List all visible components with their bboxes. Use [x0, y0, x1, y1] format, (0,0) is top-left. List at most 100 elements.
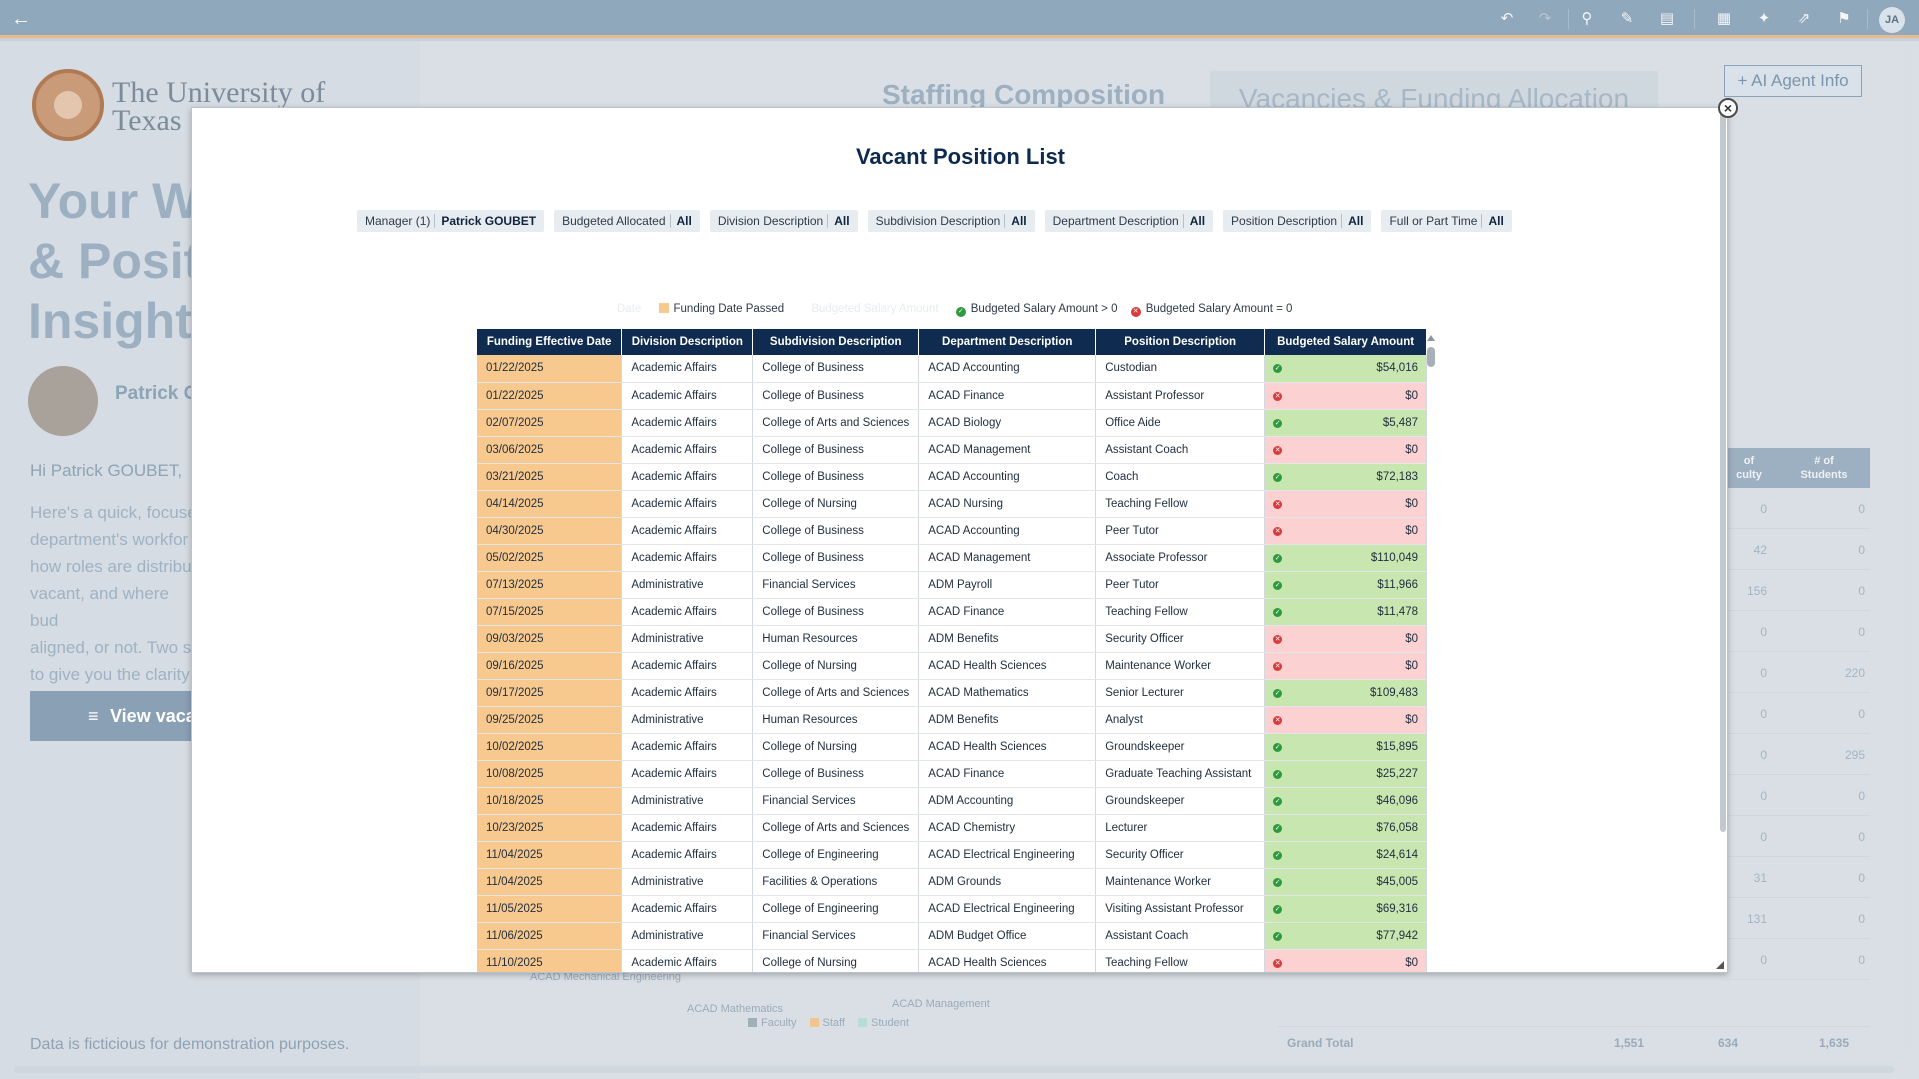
summary-row: 42 0 — [1727, 529, 1870, 570]
salary-amount-text: $0 — [1405, 632, 1418, 645]
grand-total-row: Grand Total 1,551 634 1,635 — [1278, 1026, 1870, 1056]
filter-chip[interactable]: Full or Part Time All — [1381, 210, 1512, 232]
table-row[interactable]: 02/07/2025 Academic Affairs College of Art… — [477, 409, 1427, 437]
subdivision-cell: College of Arts and Sciences — [752, 814, 920, 842]
filter-chip[interactable]: Budgeted Allocated All — [554, 210, 700, 232]
user-avatar[interactable]: JA — [1879, 7, 1905, 33]
intro-paragraph: Here's a quick, focuse department's work… — [30, 499, 200, 688]
view-vacancies-button[interactable]: ≡ View vaca — [30, 691, 205, 741]
filter-chip[interactable]: Division Description All — [709, 210, 858, 232]
table-row[interactable]: 03/21/2025 Academic Affairs College of Bus… — [477, 463, 1427, 491]
position-cell: Teaching Fellow — [1095, 490, 1266, 518]
horizontal-scrollbar[interactable] — [14, 1066, 1894, 1073]
legend-swatch-student — [858, 1018, 868, 1027]
chart-legend: Faculty Staff Student — [748, 1017, 909, 1029]
department-cell: ACAD Health Sciences — [918, 652, 1097, 680]
column-header[interactable]: Subdivision Description — [752, 329, 920, 355]
division-cell: Academic Affairs — [621, 355, 754, 383]
subdivision-cell: College of Business — [752, 760, 920, 788]
undo-icon[interactable]: ↶ — [1497, 9, 1517, 29]
filter-value: All — [1004, 214, 1027, 228]
resize-handle-icon[interactable] — [1716, 961, 1724, 969]
salary-amount-text: $15,895 — [1376, 740, 1418, 753]
close-modal-button[interactable]: × — [1718, 98, 1738, 118]
data-source-icon[interactable]: ▤ — [1657, 9, 1677, 29]
summary-cell: 0 — [1858, 912, 1865, 926]
table-row[interactable]: 11/05/2025 Academic Affairs College of Eng… — [477, 895, 1427, 923]
position-cell: Associate Professor — [1095, 544, 1266, 572]
summary-row: 00 — [1727, 816, 1870, 857]
department-cell: ACAD Accounting — [918, 355, 1097, 383]
table-row[interactable]: 10/02/2025 Academic Affairs College of Nur… — [477, 733, 1427, 761]
table-row[interactable]: 10/23/2025 Academic Affairs College of Art… — [477, 814, 1427, 842]
position-cell: Lecturer — [1095, 814, 1266, 842]
column-header[interactable]: Position Description — [1095, 329, 1266, 355]
column-header[interactable]: Department Description — [918, 329, 1097, 355]
table-row[interactable]: 10/08/2025 Academic Affairs College of Bus… — [477, 760, 1427, 788]
filter-chip[interactable]: Manager (1) Patrick GOUBET — [357, 210, 545, 232]
table-row[interactable]: 11/04/2025 Administrative Facilities & Ope… — [477, 868, 1427, 896]
edit-icon[interactable]: ✎ — [1617, 9, 1637, 29]
filter-chip[interactable]: Subdivision Description All — [867, 210, 1035, 232]
table-row[interactable]: 09/16/2025 Academic Affairs College of Nur… — [477, 652, 1427, 680]
salary-amount-text: $109,483 — [1370, 686, 1418, 699]
comment-icon[interactable]: ▦ — [1714, 9, 1734, 29]
table-row[interactable]: 04/14/2025 Academic Affairs College of Nur… — [477, 490, 1427, 518]
table-row[interactable]: 03/06/2025 Academic Affairs College of Bus… — [477, 436, 1427, 464]
scroll-up-icon[interactable] — [1427, 335, 1435, 341]
funding-date-cell: 11/05/2025 — [477, 895, 623, 923]
modal-scrollbar[interactable] — [1719, 108, 1727, 968]
funding-date-cell: 05/02/2025 — [477, 544, 623, 572]
summary-cell: 0 — [1760, 707, 1767, 721]
table-row[interactable]: 09/25/2025 Administrative Human Resources A… — [477, 706, 1427, 734]
column-header[interactable]: Division Description — [621, 329, 754, 355]
department-cell: ADM Budget Office — [918, 922, 1097, 950]
subdivision-cell: College of Engineering — [752, 841, 920, 869]
table-row[interactable]: 09/03/2025 Administrative Human Resources A… — [477, 625, 1427, 653]
table-row[interactable]: 04/30/2025 Academic Affairs College of Bus… — [477, 517, 1427, 545]
table-row[interactable]: 11/04/2025 Academic Affairs College of Eng… — [477, 841, 1427, 869]
filter-chip[interactable]: Department Description All — [1044, 210, 1214, 232]
subdivision-cell: Human Resources — [752, 625, 920, 653]
table-row[interactable]: 07/15/2025 Academic Affairs College of Bus… — [477, 598, 1427, 626]
column-header[interactable]: Budgeted Salary Amount — [1264, 329, 1427, 355]
modal-scroll-thumb[interactable] — [1720, 112, 1726, 832]
table-scrollbar[interactable] — [1425, 333, 1437, 972]
x-circle-icon: ✕ — [1273, 526, 1283, 536]
filter-bar: Manager (1) Patrick GOUBET Budgeted Alloca… — [357, 210, 1522, 232]
table-row[interactable]: 01/22/2025 Academic Affairs College of Bus… — [477, 355, 1427, 383]
subdivision-cell: College of Business — [752, 544, 920, 572]
share-icon[interactable]: ⇗ — [1794, 9, 1814, 29]
back-arrow-icon[interactable]: ← — [8, 6, 34, 32]
filter-chip[interactable]: Position Description All — [1223, 210, 1372, 232]
position-cell: Peer Tutor — [1095, 571, 1266, 599]
salary-amount-cell: ✕ $0 — [1264, 517, 1427, 545]
ai-agent-info-button[interactable]: + AI Agent Info — [1724, 65, 1862, 97]
summary-row: 131 0 — [1727, 898, 1870, 939]
column-header[interactable]: Funding Effective Date — [477, 329, 623, 355]
page-scrollbar[interactable] — [1905, 49, 1913, 1049]
salary-amount-cell: ✓ $25,227 — [1264, 760, 1427, 788]
division-cell: Academic Affairs — [621, 463, 754, 491]
summary-cell: 131 — [1746, 912, 1767, 926]
table-row[interactable]: 11/10/2025 Academic Affairs College of Nur… — [477, 949, 1427, 972]
ai-sparkle-icon[interactable]: ✦ — [1754, 9, 1774, 29]
table-row[interactable]: 01/22/2025 Academic Affairs College of Bus… — [477, 382, 1427, 410]
table-row[interactable]: 10/18/2025 Administrative Financial Servic… — [477, 787, 1427, 815]
table-row[interactable]: 05/02/2025 Academic Affairs College of Bus… — [477, 544, 1427, 572]
funding-date-cell: 09/17/2025 — [477, 679, 623, 707]
zoom-icon[interactable]: ⚲ — [1577, 9, 1597, 29]
table-row[interactable]: 07/13/2025 Administrative Financial Servic… — [477, 571, 1427, 599]
department-cell: ACAD Electrical Engineering — [918, 895, 1097, 923]
salary-amount-text: $0 — [1405, 443, 1418, 456]
scroll-thumb[interactable] — [1427, 347, 1435, 367]
department-cell: ACAD Biology — [918, 409, 1097, 437]
department-cell: ACAD Chemistry — [918, 814, 1097, 842]
check-circle-icon: ✓ — [1273, 823, 1283, 833]
division-cell: Academic Affairs — [621, 436, 754, 464]
summary-row: 31 0 — [1727, 857, 1870, 898]
table-row[interactable]: 11/06/2025 Administrative Financial Servic… — [477, 922, 1427, 950]
summary-row: 00 — [1727, 488, 1870, 529]
table-row[interactable]: 09/17/2025 Academic Affairs College of Art… — [477, 679, 1427, 707]
bookmark-icon[interactable]: ⚑ — [1834, 9, 1854, 29]
